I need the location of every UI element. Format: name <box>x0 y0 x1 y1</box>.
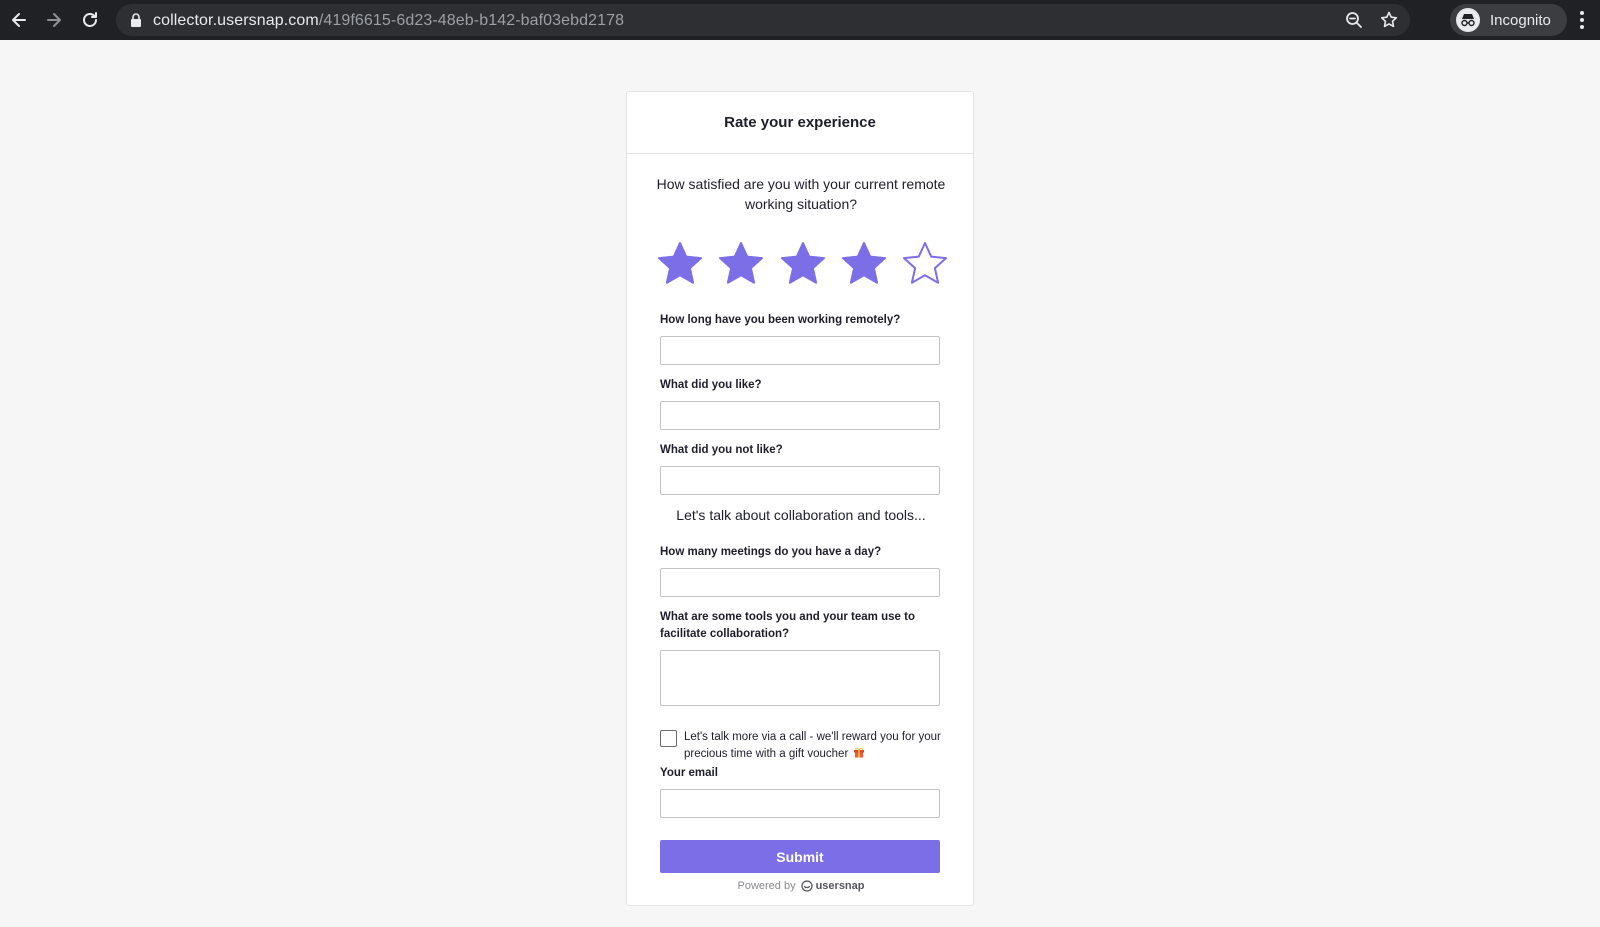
meetings-input[interactable] <box>660 568 940 597</box>
star-1-icon[interactable] <box>655 239 705 289</box>
kebab-menu-icon[interactable] <box>1570 8 1594 32</box>
call-opt-in-checkbox[interactable] <box>660 730 677 747</box>
star-rating <box>655 239 950 289</box>
survey-card: Rate your experience How satisfied are y… <box>626 91 974 906</box>
url-domain: collector.usersnap.com <box>153 12 319 29</box>
field-label-meetings: How many meetings do you have a day? <box>660 546 882 558</box>
reload-button[interactable] <box>72 2 108 38</box>
zoom-icon[interactable] <box>1344 10 1364 30</box>
arrow-left-icon <box>12 13 26 27</box>
gift-icon <box>854 747 865 758</box>
bookmark-star-icon[interactable] <box>1379 10 1399 30</box>
back-button[interactable] <box>1 2 37 38</box>
survey-title: Rate your experience <box>627 92 973 154</box>
field-label-remote-duration: How long have you been working remotely? <box>660 314 901 326</box>
arrow-right-icon <box>47 13 61 27</box>
call-opt-in-label: Let's talk more via a call - we'll rewar… <box>684 729 944 763</box>
field-label-disliked: What did you not like? <box>660 444 783 456</box>
reload-icon <box>83 12 97 27</box>
incognito-label: Incognito <box>1490 11 1551 29</box>
field-label-email: Your email <box>660 767 718 779</box>
section-heading: Let's talk about collaboration and tools… <box>676 507 926 523</box>
powered-by: Powered by usersnap <box>627 880 975 892</box>
address-bar[interactable]: collector.usersnap.com/419f6615-6d23-48e… <box>116 4 1410 36</box>
field-label-tools: What are some tools you and your team us… <box>660 611 915 640</box>
star-2-icon[interactable] <box>716 239 766 289</box>
remote-duration-input[interactable] <box>660 336 940 365</box>
incognito-profile-button[interactable]: Incognito <box>1450 4 1567 36</box>
browser-toolbar: collector.usersnap.com/419f6615-6d23-48e… <box>0 0 1600 40</box>
forward-button[interactable] <box>36 2 72 38</box>
star-4-icon[interactable] <box>839 239 889 289</box>
url-text: collector.usersnap.com/419f6615-6d23-48e… <box>153 12 624 30</box>
star-3-icon[interactable] <box>778 239 828 289</box>
star-5-icon[interactable] <box>900 239 950 289</box>
field-label-liked: What did you like? <box>660 379 762 391</box>
incognito-icon <box>1456 8 1480 32</box>
email-input[interactable] <box>660 789 940 818</box>
submit-button[interactable]: Submit <box>660 840 940 873</box>
tools-textarea[interactable] <box>660 650 940 706</box>
liked-input[interactable] <box>660 401 940 430</box>
usersnap-logo-icon <box>800 880 813 892</box>
powered-by-label: Powered by <box>737 880 796 892</box>
call-opt-in-text: Let's talk more via a call - we'll rewar… <box>684 731 941 760</box>
url-path: /419f6615-6d23-48eb-b142-baf03ebd2178 <box>318 12 625 29</box>
disliked-input[interactable] <box>660 466 940 495</box>
lock-icon <box>131 13 141 27</box>
rating-question: How satisfied are you with your current … <box>656 176 946 212</box>
usersnap-brand[interactable]: usersnap <box>816 880 865 892</box>
